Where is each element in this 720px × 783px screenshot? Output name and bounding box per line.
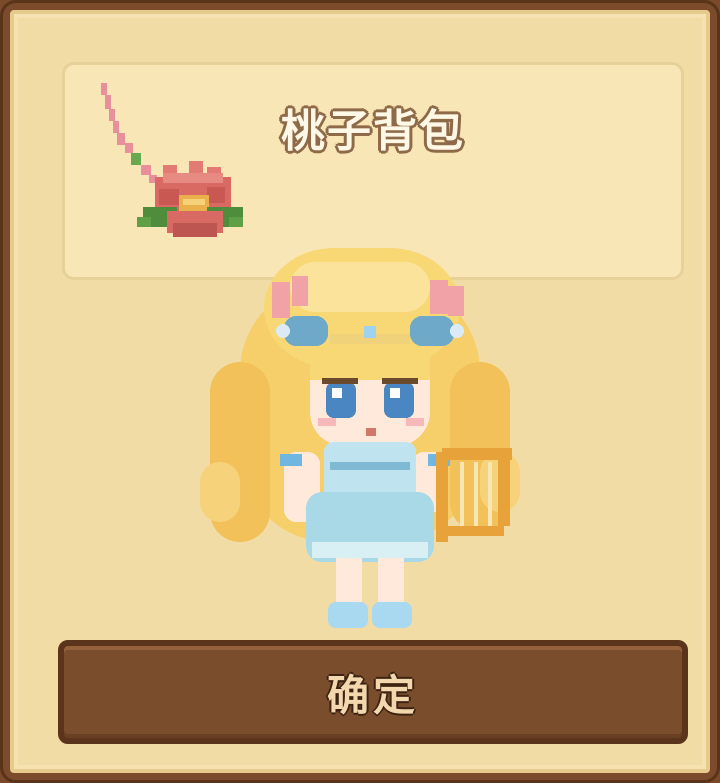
confirm-button-label: 确定 [326,670,419,720]
item-title: 桃子背包 [281,106,465,157]
confirm-button[interactable]: 确定 [58,640,688,744]
reward-dialog: 桃子背包 确定 [0,0,720,783]
pixel-girl-with-harp [200,248,520,628]
